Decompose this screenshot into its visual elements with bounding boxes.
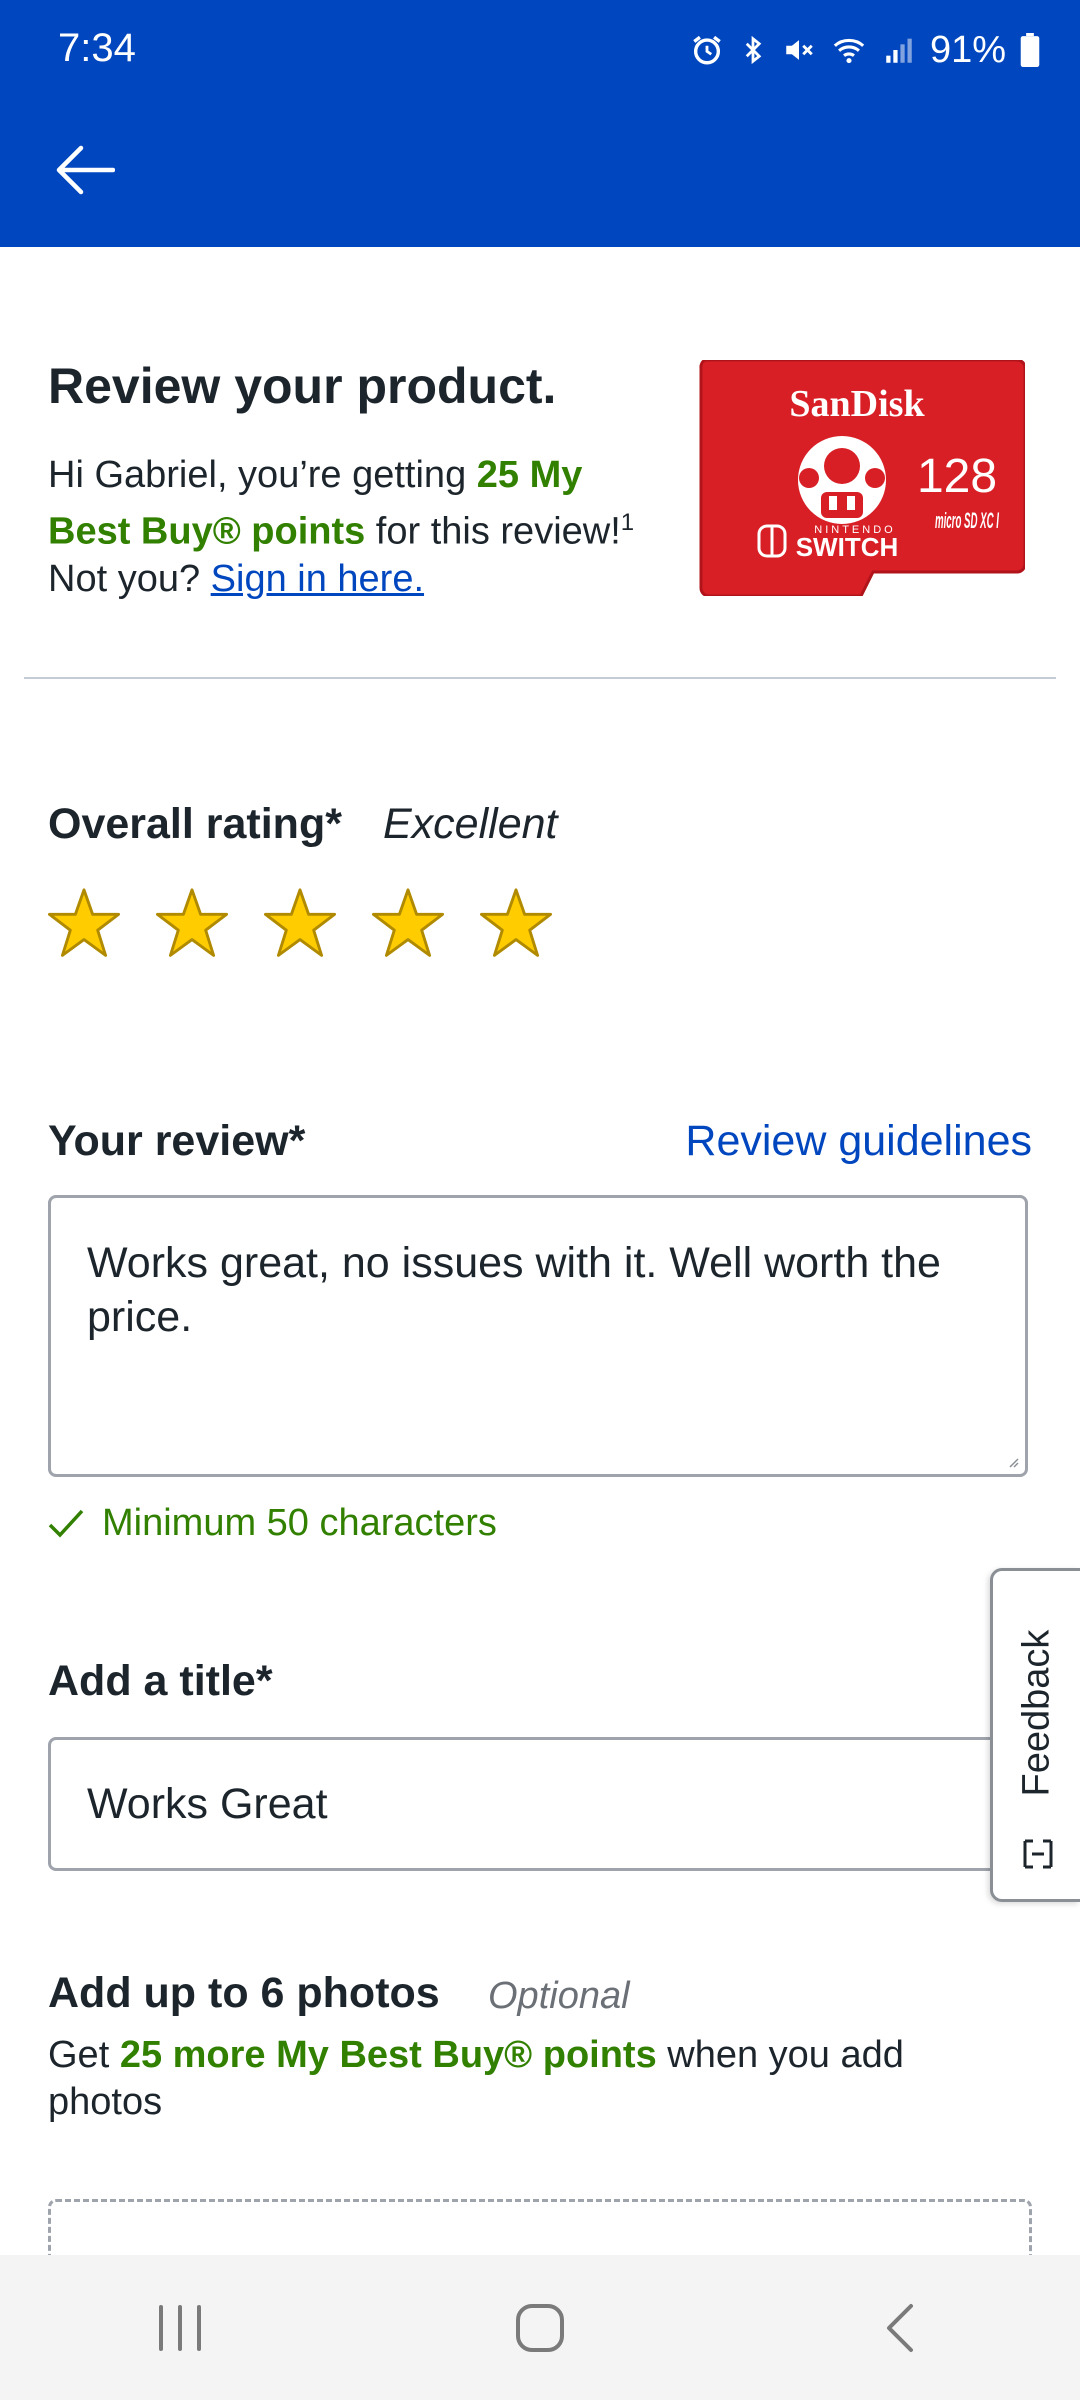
feedback-icon (1023, 1839, 1053, 1869)
footnote-marker: 1 (620, 509, 635, 536)
rating-value-text: Excellent (383, 800, 558, 848)
not-you-text: Not you? (48, 557, 211, 600)
review-textarea[interactable]: Works great, no issues with it. Well wor… (48, 1195, 1028, 1477)
product-platform-text: SWITCH (796, 532, 899, 562)
greeting-suffix: for this review! (365, 510, 621, 553)
status-time: 7:34 (58, 26, 136, 70)
back-button[interactable] (44, 130, 124, 210)
recent-apps-icon (159, 2304, 201, 2351)
divider (24, 677, 1056, 679)
product-image: SanDisk 128 NINTENDO SWITCH micro SD XC … (697, 358, 1027, 598)
review-guidelines-link[interactable]: Review guidelines (685, 1117, 1032, 1166)
optional-label: Optional (488, 1975, 630, 2017)
mute-icon (786, 40, 813, 60)
star-icon[interactable] (480, 887, 552, 959)
nav-back-button[interactable] (830, 2278, 970, 2378)
checkmark-icon (48, 1509, 84, 1538)
points-intro: Hi Gabriel, you’re getting 25 My Best Bu… (48, 452, 648, 603)
review-label: Your review* (48, 1117, 306, 1165)
star-icon[interactable] (264, 887, 336, 959)
title-input[interactable]: Works Great (48, 1737, 1048, 1871)
star-icon[interactable] (48, 887, 120, 959)
photos-desc-prefix: Get (48, 2034, 120, 2076)
photos-points-highlight: 25 more My Best Buy® points (119, 2034, 657, 2076)
photos-description: Get 25 more My Best Buy® points when you… (48, 2032, 1008, 2126)
min-characters-note: Minimum 50 characters (48, 1502, 497, 1545)
star-icon[interactable] (372, 887, 444, 959)
home-button[interactable] (470, 2278, 610, 2378)
page-title: Review your product. (48, 358, 557, 414)
chevron-left-icon (887, 2303, 913, 2352)
alarm-icon (693, 35, 721, 65)
product-capacity-text: 128 (917, 450, 997, 503)
home-icon (516, 2303, 564, 2352)
system-nav-bar (0, 2255, 1080, 2400)
star-icon[interactable] (156, 887, 228, 959)
title-input-value: Works Great (87, 1780, 328, 1828)
feedback-label: Feedback (1015, 1629, 1057, 1797)
arrow-left-icon (56, 145, 115, 195)
battery-icon (1020, 33, 1040, 67)
signal-icon (886, 38, 912, 63)
resize-handle-icon[interactable] (1007, 1456, 1019, 1468)
review-text: Works great, no issues with it. Well wor… (87, 1239, 941, 1341)
product-brand-text: SanDisk (789, 383, 925, 425)
battery-percent: 91% (929, 28, 1006, 71)
status-icons: 91% (690, 26, 1040, 74)
photos-label: Add up to 6 photos (48, 1969, 440, 2017)
star-rating[interactable] (48, 887, 552, 959)
sign-in-link[interactable]: Sign in here. (211, 558, 424, 600)
status-bar: 7:34 91% (0, 0, 1080, 100)
title-label: Add a title* (48, 1657, 273, 1705)
bluetooth-icon (745, 35, 762, 65)
product-format-text: micro SD XC I (935, 508, 999, 533)
greeting-text: Hi Gabriel, you’re getting (48, 454, 477, 496)
wifi-icon (833, 38, 865, 64)
recent-apps-button[interactable] (110, 2278, 250, 2378)
min-note-text: Minimum 50 characters (102, 1502, 497, 1544)
feedback-tab[interactable]: Feedback (990, 1568, 1080, 1902)
rating-label: Overall rating* (48, 800, 342, 848)
app-header: 7:34 91% (0, 0, 1080, 247)
